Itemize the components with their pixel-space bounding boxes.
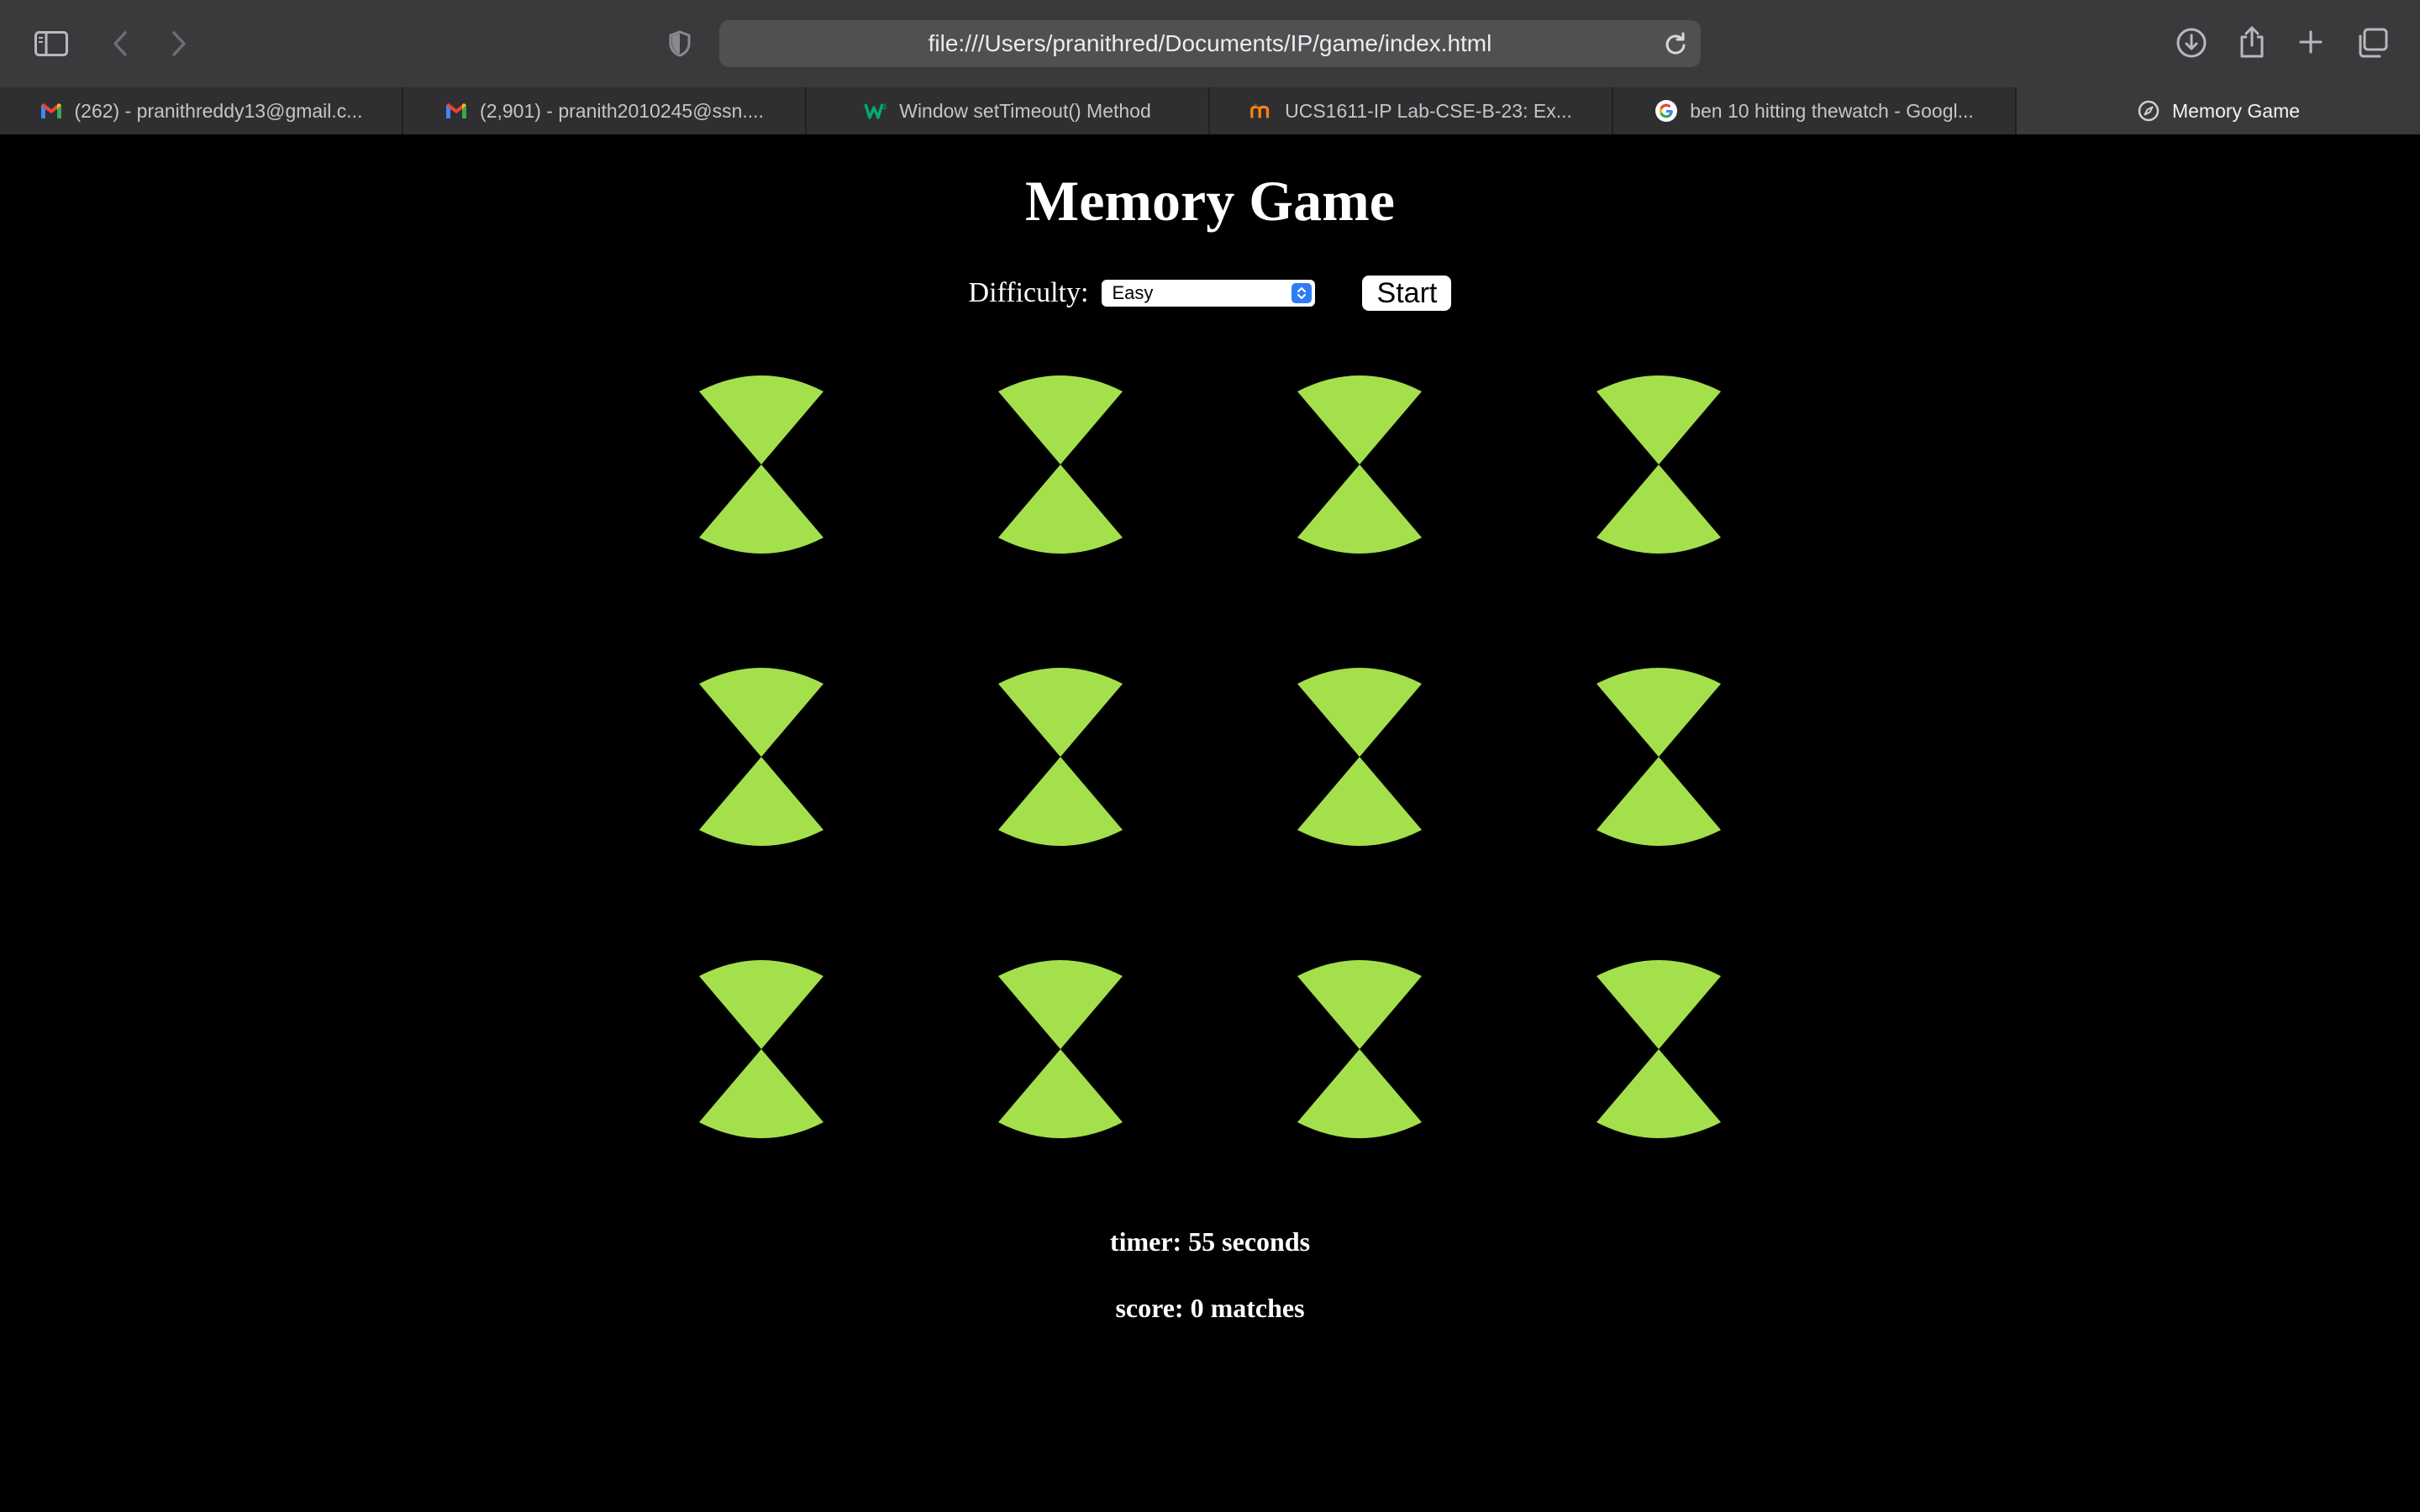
memory-card[interactable]	[697, 660, 825, 853]
tab-w3schools[interactable]: 3 Window setTimeout() Method	[807, 87, 1210, 134]
svg-text:3: 3	[882, 102, 886, 111]
omnitrix-icon	[1297, 375, 1422, 554]
gmail-icon	[445, 99, 468, 123]
page-title: Memory Game	[1025, 169, 1395, 233]
omnitrix-icon	[1297, 960, 1422, 1138]
memory-card[interactable]	[1296, 368, 1423, 561]
omnitrix-icon	[699, 668, 823, 846]
tab-label: Window setTimeout() Method	[899, 99, 1151, 122]
omnitrix-icon	[998, 668, 1123, 846]
compass-icon	[2137, 99, 2160, 123]
omnitrix-icon	[1597, 375, 1721, 554]
omnitrix-icon	[1597, 668, 1721, 846]
tab-label: Memory Game	[2171, 99, 2301, 122]
omnitrix-icon	[1597, 960, 1721, 1138]
gmail-icon	[39, 99, 63, 123]
memory-card[interactable]	[1296, 953, 1423, 1146]
tab-gmail-2[interactable]: (2,901) - pranith2010245@ssn....	[403, 87, 807, 134]
omnitrix-icon	[1297, 668, 1422, 846]
tab-label: ben 10 hitting thewatch - Googl...	[1690, 99, 1974, 122]
page-content: Memory Game Difficulty: Easy Start timer…	[0, 134, 2420, 1512]
difficulty-value: Easy	[1112, 282, 1154, 303]
game-controls: Difficulty: Easy Start	[0, 276, 2420, 311]
tab-google[interactable]: ben 10 hitting thewatch - Googl...	[1613, 87, 2017, 134]
google-icon	[1655, 99, 1678, 123]
tab-bar: (262) - pranithreddy13@gmail.c... (2,901…	[0, 87, 2420, 134]
score-text: score: 0 matches	[1115, 1293, 1305, 1323]
memory-card[interactable]	[997, 660, 1124, 853]
omnitrix-icon	[998, 375, 1123, 554]
omnitrix-icon	[699, 375, 823, 554]
tab-label: UCS1611-IP Lab-CSE-B-23: Ex...	[1285, 99, 1572, 122]
share-icon[interactable]	[2237, 24, 2267, 60]
omnitrix-icon	[699, 960, 823, 1138]
reload-icon[interactable]	[1662, 30, 1689, 57]
forward-icon[interactable]	[166, 29, 192, 59]
downloads-icon[interactable]	[2175, 25, 2208, 60]
back-icon[interactable]	[108, 29, 133, 59]
tab-gmail-1[interactable]: (262) - pranithreddy13@gmail.c...	[0, 87, 403, 134]
privacy-shield-icon[interactable]	[667, 29, 692, 59]
moodle-icon	[1249, 99, 1273, 123]
memory-card[interactable]	[697, 953, 825, 1146]
select-arrows-icon	[1292, 283, 1313, 303]
w3schools-icon: 3	[864, 99, 887, 123]
new-tab-icon[interactable]	[2296, 27, 2326, 57]
timer-text: timer: 55 seconds	[1109, 1226, 1311, 1257]
difficulty-label: Difficulty:	[968, 277, 1089, 308]
start-button[interactable]: Start	[1362, 276, 1452, 311]
omnitrix-icon	[998, 960, 1123, 1138]
browser-toolbar: file:///Users/pranithred/Documents/IP/ga…	[0, 0, 2420, 89]
sidebar-toggle-icon[interactable]	[34, 29, 69, 59]
memory-card[interactable]	[1595, 953, 1723, 1146]
tab-label: (2,901) - pranith2010245@ssn....	[480, 99, 764, 122]
address-bar[interactable]: file:///Users/pranithred/Documents/IP/ga…	[719, 20, 1701, 67]
memory-card[interactable]	[1595, 368, 1723, 561]
memory-card[interactable]	[1595, 660, 1723, 853]
memory-card[interactable]	[997, 953, 1124, 1146]
memory-card[interactable]	[697, 368, 825, 561]
difficulty-select[interactable]: Easy	[1102, 280, 1316, 307]
memory-card[interactable]	[1296, 660, 1423, 853]
tab-label: (262) - pranithreddy13@gmail.c...	[74, 99, 363, 122]
url-text: file:///Users/pranithred/Documents/IP/ga…	[928, 30, 1492, 56]
tab-moodle[interactable]: UCS1611-IP Lab-CSE-B-23: Ex...	[1210, 87, 1613, 134]
tab-memory-game[interactable]: Memory Game	[2017, 87, 2420, 134]
memory-card[interactable]	[997, 368, 1124, 561]
tab-overview-icon[interactable]	[2356, 27, 2390, 59]
